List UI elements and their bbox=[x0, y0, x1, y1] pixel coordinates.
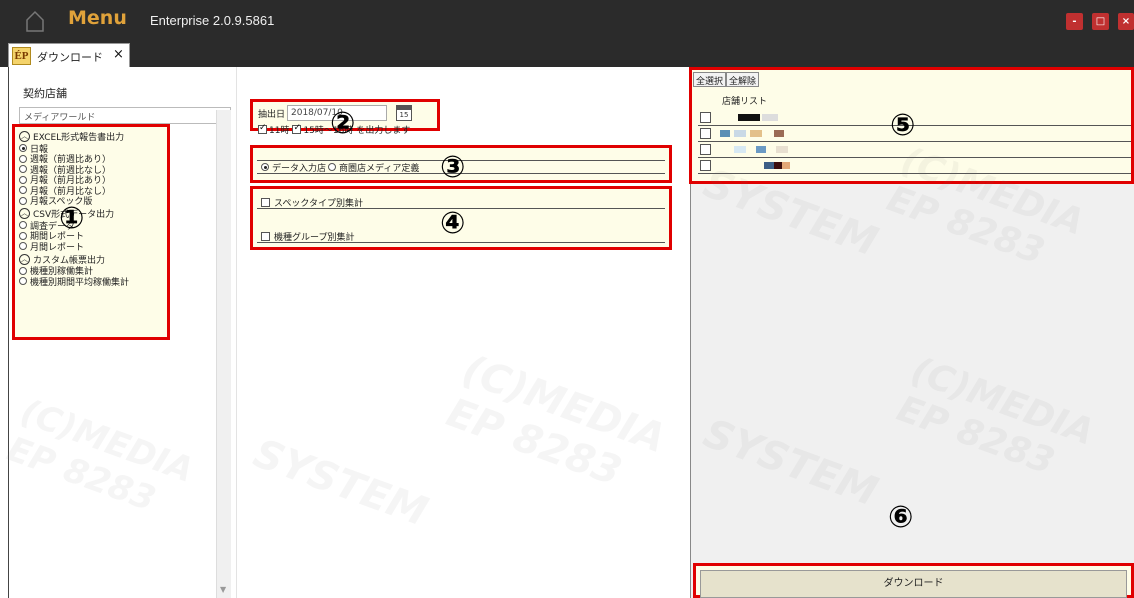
select-all-button[interactable]: 全選択 bbox=[693, 72, 727, 87]
radio-button[interactable] bbox=[19, 144, 27, 153]
tab-label: ダウンロード bbox=[37, 51, 103, 64]
watermark: SYSTEM bbox=[247, 430, 434, 536]
left-scrollbar[interactable]: ▼ bbox=[216, 110, 231, 598]
home-icon[interactable] bbox=[25, 10, 45, 32]
redacted-store-name bbox=[738, 114, 760, 121]
close-button[interactable]: × bbox=[1118, 13, 1134, 30]
checkbox[interactable] bbox=[261, 231, 270, 241]
tab-close-icon[interactable]: × bbox=[113, 47, 124, 62]
radio-button[interactable] bbox=[19, 186, 27, 195]
redacted-store-name bbox=[782, 162, 790, 169]
radio-button[interactable] bbox=[19, 266, 27, 275]
redacted-store-name bbox=[720, 130, 730, 137]
radio-button[interactable] bbox=[19, 242, 27, 251]
radio-button[interactable] bbox=[19, 196, 27, 205]
redacted-store-name bbox=[774, 130, 784, 137]
date-label: 抽出日 bbox=[258, 110, 286, 120]
option-item[interactable]: 月間レポート bbox=[19, 241, 163, 253]
collapse-icon[interactable]: ︿ bbox=[19, 131, 30, 142]
media-select-value: メディアワールド bbox=[24, 113, 96, 123]
download-box: ダウンロード bbox=[693, 563, 1134, 598]
app-logo-icon: ÉP bbox=[12, 47, 31, 65]
collapse-icon[interactable]: ︿ bbox=[19, 208, 30, 219]
store-list-buttons: 全選択 全解除 bbox=[693, 72, 760, 87]
redacted-store-name bbox=[734, 130, 746, 137]
watermark: (C)MEDIAEP 8283 bbox=[440, 346, 672, 496]
option-label: 月間レポート bbox=[30, 242, 85, 253]
media-select[interactable]: メディアワールド ⌄ bbox=[19, 107, 231, 124]
checkbox[interactable] bbox=[261, 197, 270, 207]
redacted-store-name bbox=[774, 162, 782, 169]
marker-3: ③ bbox=[440, 150, 466, 185]
radio-button[interactable] bbox=[261, 163, 269, 171]
tab-bar: ÉP ダウンロード × bbox=[0, 43, 1134, 67]
title-bar: Menu Enterprise 2.0.9.5861 - □ × bbox=[0, 0, 1134, 43]
marker-1: ① bbox=[59, 201, 85, 236]
app-title: Enterprise 2.0.9.5861 bbox=[150, 13, 275, 28]
panel-divider bbox=[236, 67, 237, 598]
redacted-store-name bbox=[764, 162, 774, 169]
marker-5: ⑤ bbox=[890, 108, 916, 143]
redacted-store-name bbox=[756, 146, 766, 153]
left-panel: 契約店舗 メディアワールド ⌄ ▼ ︿EXCEL形式報告書出力 日報 週報（前週… bbox=[8, 67, 231, 598]
marker-4: ④ bbox=[440, 206, 466, 241]
deselect-all-button[interactable]: 全解除 bbox=[726, 72, 760, 87]
scroll-down-icon[interactable]: ▼ bbox=[220, 585, 226, 594]
radio-button[interactable] bbox=[19, 277, 27, 286]
maximize-button[interactable]: □ bbox=[1092, 13, 1109, 30]
option-item[interactable]: 機種別期間平均稼働集計 bbox=[19, 276, 163, 288]
radio-button[interactable] bbox=[19, 154, 27, 163]
contract-store-label: 契約店舗 bbox=[23, 87, 67, 100]
tab-download[interactable]: ÉP ダウンロード × bbox=[8, 43, 130, 67]
row-checkbox[interactable] bbox=[700, 112, 711, 123]
row-checkbox[interactable] bbox=[700, 144, 711, 155]
download-button[interactable]: ダウンロード bbox=[700, 570, 1127, 598]
radio-button[interactable] bbox=[328, 163, 337, 171]
time-from-label: 11時 bbox=[269, 126, 290, 136]
radio-button[interactable] bbox=[19, 175, 27, 184]
option-label: 機種別期間平均稼働集計 bbox=[30, 277, 130, 288]
radio-button[interactable] bbox=[19, 221, 27, 230]
menu-button[interactable]: Menu bbox=[68, 7, 127, 29]
redacted-store-name bbox=[734, 146, 746, 153]
option-label: スペックタイプ別集計 bbox=[274, 198, 364, 209]
table-row[interactable] bbox=[698, 142, 1131, 158]
redacted-store-name bbox=[776, 146, 788, 153]
time-suffix-label: を出力します bbox=[356, 126, 411, 136]
option-label: データ入力店 bbox=[272, 163, 327, 174]
redacted-store-name bbox=[750, 130, 762, 137]
row-checkbox[interactable] bbox=[700, 128, 711, 139]
option-label: 商圏店メディア定義 bbox=[339, 163, 420, 174]
calendar-icon[interactable]: 15 bbox=[396, 105, 412, 121]
minimize-button[interactable]: - bbox=[1066, 13, 1083, 30]
marker-2: ② bbox=[330, 106, 356, 141]
store-list-header: 店舗リスト bbox=[722, 97, 768, 107]
time-from-checkbox[interactable] bbox=[258, 123, 267, 134]
report-options-box: ︿ EXCEL形式報告書出力 日報 週報（前週比あり） 週報（前週比なし） 月報（… bbox=[12, 124, 170, 340]
table-row[interactable] bbox=[698, 158, 1131, 174]
marker-6: ⑥ bbox=[888, 500, 914, 535]
radio-button[interactable] bbox=[19, 165, 27, 174]
collapse-icon[interactable]: ︿ bbox=[19, 253, 30, 265]
time-to-checkbox[interactable] bbox=[292, 123, 302, 134]
redacted-store-name bbox=[762, 114, 778, 121]
option-label: 機種グループ別集計 bbox=[274, 232, 355, 243]
option-item[interactable]: 月報スペック版 bbox=[19, 196, 163, 207]
radio-button[interactable] bbox=[19, 231, 27, 240]
row-checkbox[interactable] bbox=[700, 160, 711, 171]
